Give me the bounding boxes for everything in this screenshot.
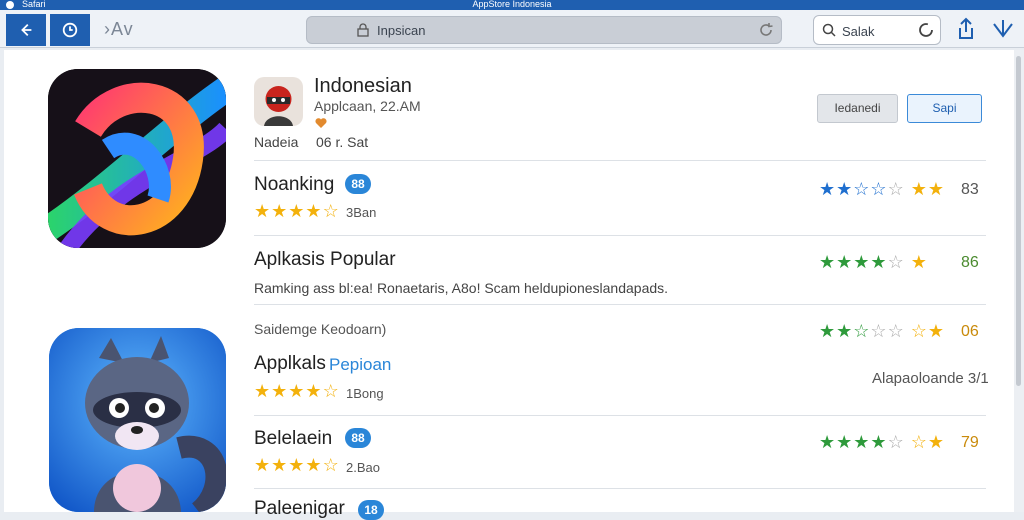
header-meta-right: 06 r. Sat xyxy=(316,134,369,150)
app-icon-character[interactable] xyxy=(254,77,303,126)
lock-icon xyxy=(357,23,369,37)
window-title: AppStore Indonesia xyxy=(472,0,552,9)
count-badge: 18 xyxy=(358,500,384,520)
star-rating: ★ ★ ★ ★ ☆ xyxy=(254,201,339,221)
app-icon-raccoon-character[interactable] xyxy=(49,328,226,512)
reload-icon[interactable] xyxy=(757,21,775,39)
share-icon[interactable] xyxy=(953,16,979,42)
row-title[interactable]: Noanking xyxy=(254,174,334,196)
rating-count: 3Ban xyxy=(346,205,377,220)
abstract-swirl-icon xyxy=(48,69,226,248)
star-rating: ★ ★ ★ ★ ☆ xyxy=(254,455,339,475)
rating-count: 1Bong xyxy=(346,386,384,401)
rating-number: 86 xyxy=(961,254,979,271)
history-button[interactable] xyxy=(50,14,90,46)
secondary-button[interactable]: Iedanedi xyxy=(817,94,898,123)
divider xyxy=(254,488,986,489)
rating-number: 79 xyxy=(961,434,979,451)
rating-count: 2.Bao xyxy=(346,460,380,475)
loading-icon xyxy=(919,23,933,37)
scrollbar[interactable] xyxy=(1014,50,1024,512)
row-title[interactable]: Aplkasis Popular xyxy=(254,249,396,271)
search-icon xyxy=(822,23,836,37)
back-button[interactable] xyxy=(6,14,46,46)
header-title: Indonesian xyxy=(314,75,412,97)
header-subtitle: Applcaan, 22.AM xyxy=(314,98,421,114)
raccoon-character-icon xyxy=(49,328,226,512)
history-icon xyxy=(62,22,78,38)
scrollbar-thumb[interactable] xyxy=(1016,56,1021,386)
address-bar[interactable]: Inpsican xyxy=(306,16,782,44)
primary-button[interactable]: Sapi xyxy=(907,94,982,123)
search-field[interactable]: Salak xyxy=(813,15,941,45)
app-icon-abstract-swirl[interactable] xyxy=(48,69,226,248)
row-title-part1[interactable]: Applkals xyxy=(254,353,326,375)
back-arrow-icon xyxy=(21,23,32,37)
download-icon[interactable] xyxy=(990,16,1016,42)
divider xyxy=(254,304,986,305)
row-overline: Saidemge Keodoarn) xyxy=(254,321,387,337)
rating-stars-right: ★ ★ ☆ ☆ ☆ ★ ★ xyxy=(819,179,944,199)
address-text: Inpsican xyxy=(377,23,426,38)
rating-stars-right: ★ ★ ☆ ☆ ☆ ☆ ★ xyxy=(819,321,944,341)
heart-icon xyxy=(315,118,327,128)
title-bar: Safari AppStore Indonesia xyxy=(0,0,1024,10)
count-badge: 88 xyxy=(345,428,371,448)
divider xyxy=(254,415,986,416)
divider xyxy=(254,160,986,161)
header-meta-left: Nadeia xyxy=(254,134,299,150)
rating-stars-right: ★ ★ ★ ★ ☆ ★ xyxy=(819,252,927,272)
row-title-part2[interactable]: Pepioan xyxy=(329,355,391,375)
star-rating: ★ ★ ★ ★ ☆ xyxy=(254,381,339,401)
row-right-note: Alapaoloande 3/1 xyxy=(872,370,989,387)
search-text: Salak xyxy=(842,24,875,39)
rating-number: 06 xyxy=(961,323,979,340)
row-title[interactable]: Belelaein xyxy=(254,428,332,450)
character-icon xyxy=(254,77,303,126)
count-badge: 88 xyxy=(345,174,371,194)
breadcrumb[interactable]: ›Av xyxy=(104,19,134,40)
row-description: Ramking ass bl:ea! Ronaetaris, A8o! Scam… xyxy=(254,280,669,296)
divider xyxy=(254,235,986,236)
rating-number: 83 xyxy=(961,181,979,198)
rating-stars-right: ★ ★ ★ ★ ☆ ☆ ★ xyxy=(819,432,944,452)
toolbar: ›Av Inpsican Salak xyxy=(0,10,1024,48)
row-title[interactable]: Paleenigar xyxy=(254,498,345,520)
